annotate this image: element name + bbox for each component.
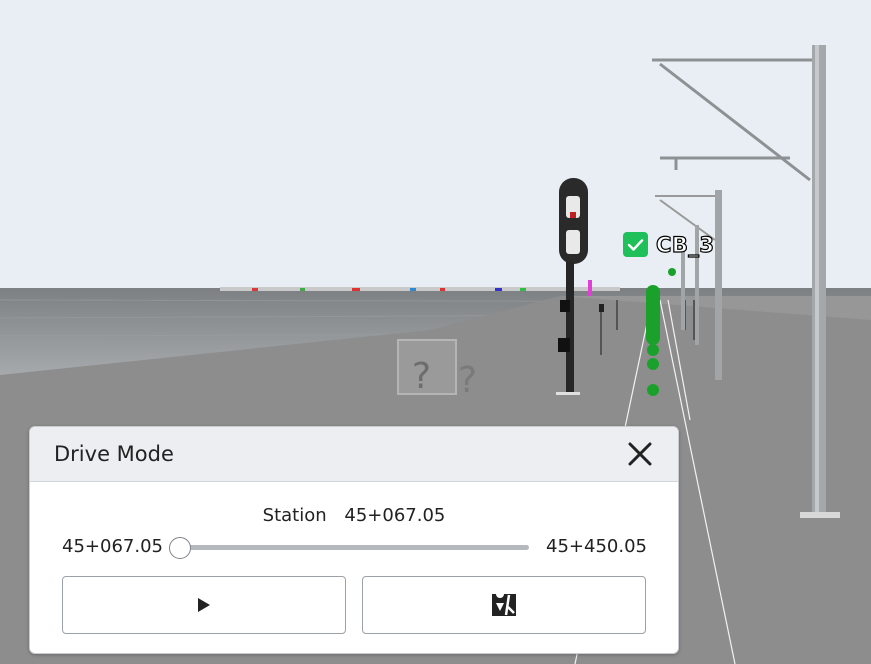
dialog-header: Drive Mode <box>30 427 678 482</box>
map-pin-icon <box>492 592 516 616</box>
check-icon[interactable] <box>623 232 648 257</box>
play-icon <box>198 598 210 612</box>
station-slider-track[interactable] <box>169 537 529 559</box>
dialog-title: Drive Mode <box>54 442 174 466</box>
signal-name: CB_3 <box>655 232 715 257</box>
station-value: 45+067.05 <box>344 505 446 526</box>
sky <box>0 0 871 290</box>
range-min-label: 45+067.05 <box>62 536 163 557</box>
signal-label[interactable]: CB_3 <box>623 232 715 257</box>
close-icon <box>628 442 652 466</box>
station-slider-thumb[interactable] <box>169 537 191 559</box>
station-readout: Station 45+067.05 <box>30 505 678 526</box>
missing-asset-icon-2: ? <box>458 360 477 401</box>
station-label: Station <box>262 505 327 526</box>
locate-button[interactable] <box>362 576 646 634</box>
close-button[interactable] <box>626 440 654 468</box>
play-button[interactable] <box>62 576 346 634</box>
drive-mode-dialog: Drive Mode Station 45+067.05 45+067.05 4… <box>29 426 679 654</box>
missing-asset-icon: ? <box>412 356 431 397</box>
station-slider-row: 45+067.05 45+450.05 <box>30 533 678 561</box>
range-max-label: 45+450.05 <box>546 536 647 557</box>
